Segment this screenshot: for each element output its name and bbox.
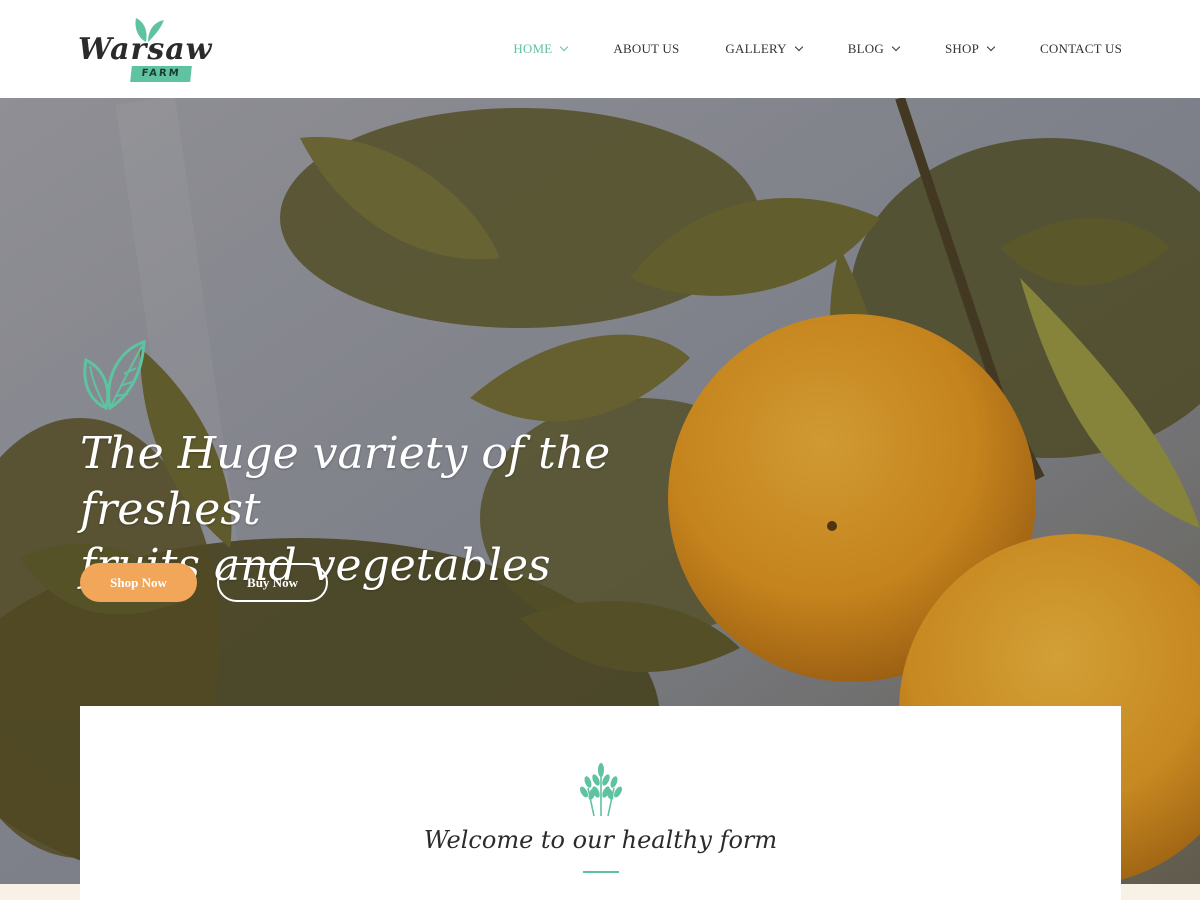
site-header: Warsaw FARM HOME ABOUT US GALLERY BLOG S…	[0, 0, 1200, 98]
nav-item-label: ABOUT US	[613, 41, 680, 56]
nav-item-blog[interactable]: BLOG	[847, 38, 901, 60]
title-divider	[583, 871, 619, 873]
main-nav: HOME ABOUT US GALLERY BLOG SHOP CONTACT …	[467, 38, 1122, 60]
chevron-down-icon	[794, 42, 804, 52]
nav-item-shop[interactable]: SHOP	[944, 38, 996, 60]
hero-title-line: The Huge variety of the freshest	[80, 428, 611, 535]
nav-item-gallery[interactable]: GALLERY	[725, 38, 804, 60]
wheat-icon	[580, 763, 622, 817]
nav-item-label: CONTACT US	[1040, 41, 1122, 56]
chevron-down-icon	[891, 42, 901, 52]
welcome-section: Welcome to our healthy form	[80, 706, 1121, 900]
nav-item-label: BLOG	[847, 41, 884, 56]
buy-now-button[interactable]: Buy Now	[217, 563, 328, 602]
logo-tagline: FARM	[130, 66, 192, 82]
nav-item-contact-us[interactable]: CONTACT US	[1040, 38, 1122, 60]
welcome-title: Welcome to our healthy form	[423, 826, 778, 854]
nav-item-label: SHOP	[944, 41, 980, 56]
chevron-down-icon	[986, 42, 996, 52]
logo-wordmark: Warsaw	[78, 32, 213, 67]
chevron-down-icon	[560, 42, 569, 52]
leaf-icon	[83, 339, 146, 411]
nav-item-about-us[interactable]: ABOUT US	[613, 38, 679, 60]
nav-item-label: HOME	[513, 41, 553, 56]
nav-item-home[interactable]: HOME	[513, 38, 569, 60]
site-logo[interactable]: Warsaw FARM	[78, 14, 211, 84]
shop-now-button[interactable]: Shop Now	[80, 563, 197, 602]
nav-item-label: GALLERY	[725, 41, 787, 56]
